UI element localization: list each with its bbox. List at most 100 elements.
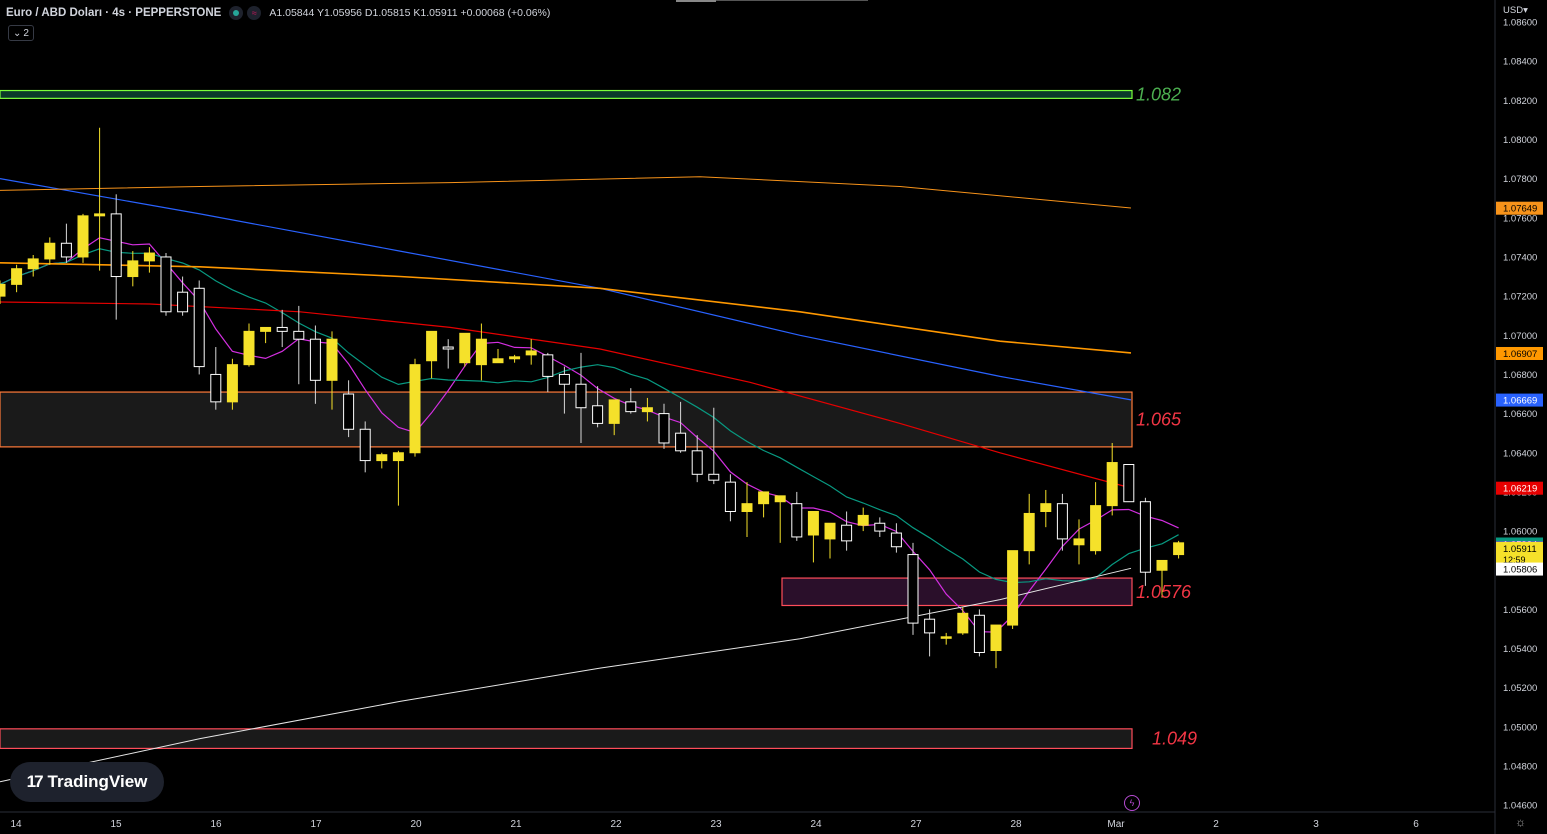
price-tick-label: 1.07400 <box>1503 252 1537 263</box>
candle-body <box>326 338 338 381</box>
moving-averages-layer <box>0 176 1179 783</box>
currency-label: USD <box>1503 5 1524 16</box>
candle-body <box>11 268 23 285</box>
zone-labels-layer: 1.082 1.065 1.0576 1.049 <box>1136 84 1197 748</box>
tradingview-logo[interactable]: 17 TradingView <box>10 762 164 802</box>
candle-body <box>774 495 786 503</box>
market-open-icon <box>229 6 244 20</box>
candle-body <box>276 326 288 332</box>
time-tick-label: 14 <box>10 819 22 830</box>
candle-body <box>343 393 355 430</box>
time-tick-label: 6 <box>1413 819 1419 830</box>
moving-average-line <box>0 176 1132 209</box>
candle-body <box>857 514 869 526</box>
indicators-toggle[interactable]: ⌄ 2 <box>8 25 34 41</box>
candle-body <box>625 401 637 413</box>
price-tick-label: 1.05000 <box>1503 722 1537 733</box>
candle-body <box>260 326 272 332</box>
price-tick-label: 1.08000 <box>1503 135 1537 146</box>
price-badge-label: 1.06219 <box>1503 484 1537 495</box>
time-tick-label: 20 <box>410 819 422 830</box>
symbol-title[interactable]: Euro / ABD Doları · 4s · PEPPERSTONE <box>6 7 221 19</box>
time-tick-label: 24 <box>810 819 822 830</box>
chart-window: 1.082 1.065 1.0576 1.049 1.08600 1.08400 1.08… <box>0 0 1547 834</box>
candle-body <box>226 364 238 403</box>
candle-body <box>525 350 537 356</box>
time-axis: 14 15 16 17 20 21 22 23 24 27 28 Mar 2 3 6 <box>0 811 1495 830</box>
data-delay-icon: ≈ <box>247 6 262 20</box>
price-badge-label: 1.06669 <box>1503 396 1537 407</box>
candle-body <box>459 332 471 364</box>
zone-label: 1.065 <box>1136 409 1182 429</box>
candle-body <box>791 503 803 538</box>
lightning-icon[interactable]: ϟ <box>1124 795 1140 811</box>
candle-body <box>807 511 819 536</box>
price-tick-label: 1.08600 <box>1503 18 1537 29</box>
candle-body <box>127 260 139 278</box>
candle-body <box>143 252 155 262</box>
zone-label: 1.0576 <box>1136 582 1192 602</box>
candle-body <box>1007 550 1019 626</box>
candle-body <box>558 373 570 385</box>
candle-body <box>890 532 902 548</box>
candle-body <box>193 287 205 368</box>
candle-body <box>1056 503 1068 540</box>
candle-body <box>924 618 936 634</box>
candle-body <box>575 383 587 409</box>
price-tick-label: 1.04800 <box>1503 762 1537 773</box>
zone-label: 1.049 <box>1152 729 1197 749</box>
candle-body <box>1023 512 1035 552</box>
candle-body <box>940 636 952 639</box>
tradingview-logo-icon: 17 <box>26 772 44 791</box>
time-tick-label: 3 <box>1313 819 1319 830</box>
price-tick-label: 1.06800 <box>1503 370 1537 381</box>
toolbar-edge <box>676 0 868 2</box>
candle-body <box>475 338 487 366</box>
candle-body <box>243 330 255 366</box>
price-chart[interactable]: 1.082 1.065 1.0576 1.049 1.08600 1.08400 1.08… <box>0 0 1547 834</box>
gear-icon[interactable]: ☼ <box>1515 815 1526 829</box>
symbol-legend[interactable]: Euro / ABD Doları · 4s · PEPPERSTONE ≈ A… <box>6 6 550 20</box>
candle-body <box>210 373 222 403</box>
zone-rect <box>0 391 1133 448</box>
candle-body <box>1156 559 1168 571</box>
zone-label: 1.082 <box>1136 84 1181 104</box>
candle-body <box>907 554 919 624</box>
candle-body <box>1090 505 1102 552</box>
price-tick-label: 1.06600 <box>1503 409 1537 420</box>
time-tick-label: 15 <box>110 819 122 830</box>
candle-body <box>1139 501 1151 573</box>
price-badge-label: 1.07649 <box>1503 204 1537 215</box>
candle-body <box>409 364 421 454</box>
candle-body <box>641 407 653 413</box>
candle-body <box>1040 503 1052 512</box>
price-tick-label: 1.05600 <box>1503 605 1537 616</box>
time-tick-label: 16 <box>210 819 222 830</box>
candle-body <box>957 612 969 634</box>
candle-body <box>592 405 604 424</box>
candle-body <box>658 413 670 444</box>
price-tick-label: 1.06000 <box>1503 527 1537 538</box>
price-tick-label: 1.07800 <box>1503 174 1537 185</box>
price-tick-label: 1.08400 <box>1503 57 1537 68</box>
time-tick-label: 27 <box>910 819 922 830</box>
candle-body <box>758 491 770 505</box>
time-tick-label: Mar <box>1107 819 1125 830</box>
price-badge-label: 1.05911 <box>1503 544 1537 555</box>
price-badge-label: 1.05806 <box>1503 565 1537 576</box>
candle-body <box>392 452 404 462</box>
candle-body <box>309 338 321 381</box>
market-status: ≈ <box>229 6 262 20</box>
candle-body <box>442 346 454 350</box>
candle-body <box>160 256 172 313</box>
candle-body <box>874 522 886 532</box>
time-tick-label: 23 <box>710 819 722 830</box>
time-tick-label: 21 <box>510 819 522 830</box>
candle-body <box>824 522 836 540</box>
currency-select[interactable]: USD▾ <box>1503 5 1528 16</box>
candle-body <box>60 242 72 258</box>
candle-body <box>1173 542 1185 556</box>
candle-body <box>293 330 305 340</box>
candle-body <box>44 242 56 260</box>
price-badge-label: 1.06907 <box>1503 349 1537 360</box>
